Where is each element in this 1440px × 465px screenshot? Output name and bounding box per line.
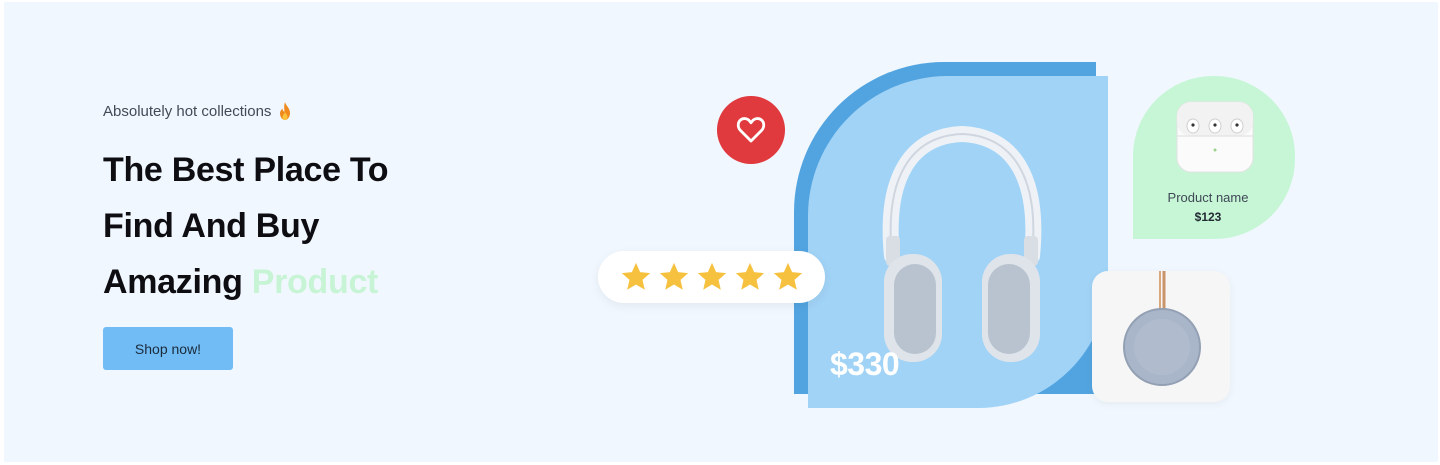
speaker-product-card[interactable] bbox=[1092, 271, 1230, 402]
hero-banner: Absolutely hot collections The Best Plac… bbox=[4, 2, 1438, 462]
mini-product-price: $123 bbox=[1194, 210, 1222, 224]
kicker-text: Absolutely hot collections bbox=[103, 102, 272, 120]
headline-line-2: Find And Buy bbox=[103, 207, 320, 245]
hero-kicker: Absolutely hot collections bbox=[103, 101, 293, 121]
star-icon bbox=[773, 262, 802, 290]
featured-price: $330 bbox=[830, 346, 900, 382]
star-icon bbox=[621, 262, 650, 290]
headline-line-1: The Best Place To bbox=[103, 151, 389, 189]
earbuds-case-image bbox=[1176, 101, 1254, 173]
star-icon bbox=[735, 262, 764, 290]
mini-product-card[interactable]: Product name $123 bbox=[1133, 76, 1295, 239]
headline-line-3: Amazing Product bbox=[103, 254, 388, 310]
mini-product-name: Product name bbox=[1167, 190, 1249, 205]
shop-now-button[interactable]: Shop now! bbox=[103, 327, 233, 370]
fire-icon bbox=[280, 102, 291, 120]
featured-product-card[interactable]: $330 bbox=[808, 76, 1108, 408]
hero-headline: The Best Place To Find And Buy Amazing P… bbox=[103, 142, 389, 310]
headphones-image bbox=[882, 125, 1042, 362]
rating-badge bbox=[598, 251, 825, 303]
heart-icon bbox=[736, 117, 766, 143]
speaker-image bbox=[1123, 271, 1201, 386]
headline-line-3-prefix: Amazing bbox=[103, 263, 252, 301]
star-icon bbox=[697, 262, 726, 290]
favorite-button[interactable] bbox=[717, 96, 785, 164]
star-icon bbox=[659, 262, 688, 290]
headline-highlight: Product bbox=[251, 263, 379, 301]
